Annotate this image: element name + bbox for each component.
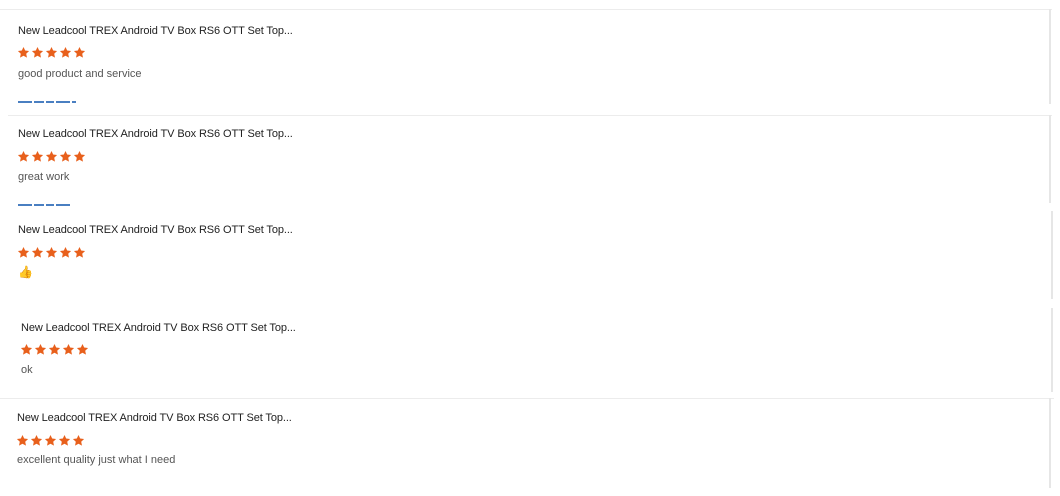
review-list: New Leadcool TREX Android TV Box RS6 OTT… [0,0,1060,496]
star-icon [59,46,72,58]
star-icon [16,434,29,446]
star-rating [16,434,85,447]
review-photo-thumbnails[interactable] [18,204,70,209]
review-photo-thumbnails[interactable] [18,101,76,106]
product-title[interactable]: New Leadcool TREX Android TV Box RS6 OTT… [18,25,293,37]
star-rating [20,343,89,356]
star-icon [31,150,44,162]
card-edge [1051,308,1053,392]
review-comment: 👍 [18,265,33,279]
star-icon [45,46,58,58]
product-title[interactable]: New Leadcool TREX Android TV Box RS6 OTT… [18,128,293,140]
card-edge [1049,115,1051,203]
star-icon [17,246,30,258]
review-comment: great work [18,171,70,183]
star-icon [59,150,72,162]
star-icon [17,150,30,162]
review-comment: excellent quality just what I need [17,454,176,466]
star-icon [73,46,86,58]
card-edge [1049,9,1051,104]
review-comment: good product and service [18,68,142,80]
star-icon [44,434,57,446]
star-icon [73,246,86,258]
review-card[interactable]: New Leadcool TREX Android TV Box RS6 OTT… [8,211,1054,301]
star-icon [73,150,86,162]
star-icon [48,343,61,355]
star-icon [30,434,43,446]
review-card[interactable]: New Leadcool TREX Android TV Box RS6 OTT… [8,115,1052,207]
star-rating [17,150,86,163]
star-icon [31,246,44,258]
review-card[interactable]: New Leadcool TREX Android TV Box RS6 OTT… [0,398,1054,490]
product-title[interactable]: New Leadcool TREX Android TV Box RS6 OTT… [18,224,293,236]
star-icon [20,343,33,355]
card-edge [1051,211,1053,299]
star-icon [72,434,85,446]
star-rating [17,246,86,259]
review-comment: ok [21,364,33,376]
star-icon [34,343,47,355]
star-icon [31,46,44,58]
product-title[interactable]: New Leadcool TREX Android TV Box RS6 OTT… [17,412,292,424]
review-card[interactable]: New Leadcool TREX Android TV Box RS6 OTT… [0,9,1052,115]
card-divider [8,115,1052,116]
star-icon [58,434,71,446]
star-rating [17,46,86,59]
card-edge [1049,398,1051,488]
card-divider [0,398,1054,399]
star-icon [76,343,89,355]
star-icon [45,150,58,162]
product-title[interactable]: New Leadcool TREX Android TV Box RS6 OTT… [21,322,296,334]
card-divider [0,9,1052,10]
star-icon [59,246,72,258]
review-card[interactable]: New Leadcool TREX Android TV Box RS6 OTT… [10,308,1055,394]
star-icon [17,46,30,58]
star-icon [62,343,75,355]
star-icon [45,246,58,258]
